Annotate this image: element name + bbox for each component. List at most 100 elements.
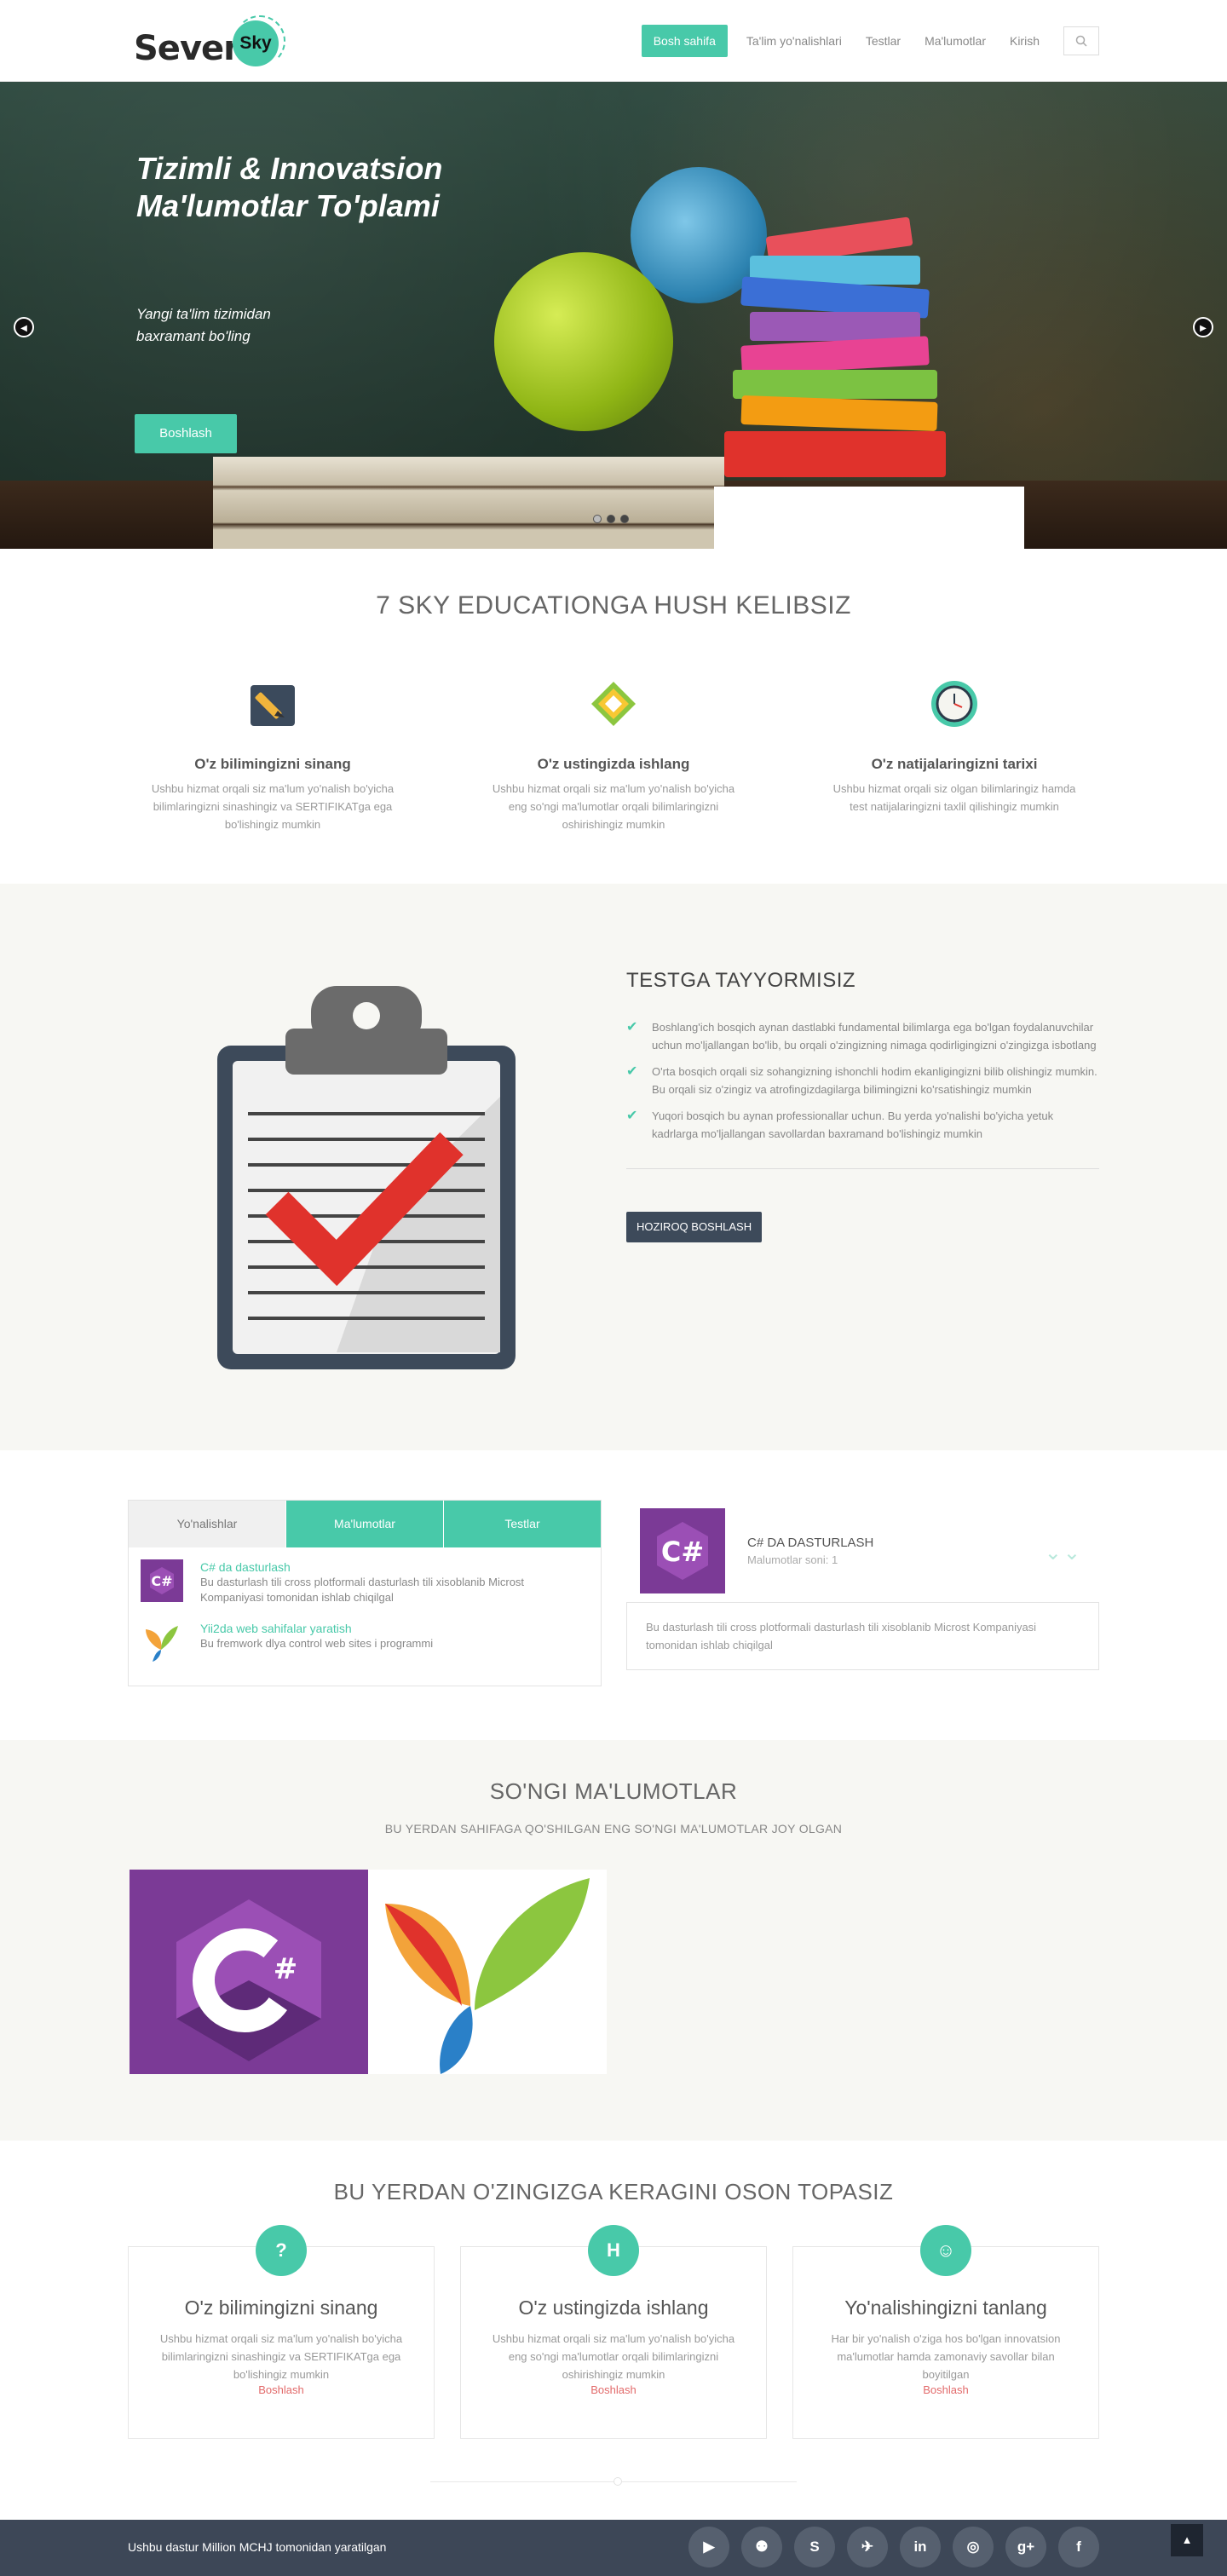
footer-copyright: Ushbu dastur Million MCHJ tomonidan yara… [128, 2540, 387, 2554]
find-box-link[interactable]: Boshlash [793, 2383, 1098, 2396]
clipboard-image [217, 986, 516, 1369]
site-footer: Ushbu dastur Million MCHJ tomonidan yara… [0, 2520, 1227, 2576]
linkedin-icon[interactable]: in [900, 2527, 941, 2567]
csharp-logo-icon: C# [640, 1508, 725, 1593]
chevron-down-icon[interactable]: ⌄⌄ [1045, 1541, 1082, 1565]
find-box-text: Ushbu hizmat orqali siz ma'lum yo'nalish… [159, 2332, 403, 2381]
svg-text:C#: C# [661, 1536, 704, 1568]
test-ready-section: TESTGA TAYYORMISIZ ✔ Boshlang'ich bosqich… [0, 884, 1227, 1450]
feature-item: O'z ustingizda ishlang Ushbu hizmat orqa… [469, 680, 758, 833]
find-box-link[interactable]: Boshlash [461, 2383, 766, 2396]
test-ready-content: TESTGA TAYYORMISIZ ✔ Boshlang'ich bosqich… [626, 969, 1099, 1242]
slider-dot[interactable] [620, 515, 629, 523]
course-title[interactable]: C# DA DASTURLASH [747, 1536, 873, 1550]
course-count: Malumotlar soni: 1 [747, 1553, 838, 1566]
slider-dot[interactable] [607, 515, 615, 523]
slider-dots [593, 515, 629, 523]
csharp-thumbnail[interactable]: # [130, 1870, 368, 2074]
check-icon: ✔ [626, 1020, 638, 1034]
facebook-icon[interactable]: f [1058, 2527, 1099, 2567]
find-box: ? O'z bilimingizni sinang Ushbu hizmat o… [128, 2225, 435, 2439]
skype-icon[interactable]: S [794, 2527, 835, 2567]
find-box-title: O'z ustingizda ishlang [518, 2297, 709, 2319]
feature-item: O'z bilimingizni sinang Ushbu hizmat orq… [128, 680, 418, 833]
hero-start-button[interactable]: Boshlash [135, 414, 237, 453]
svg-text:#: # [274, 1952, 298, 1986]
find-title: BU YERDAN O'ZINGIZGA KERAGINI OSON TOPAS… [333, 2179, 894, 2204]
level-item: ✔ Boshlang'ich bosqich aynan dastlabki fu… [626, 1018, 1099, 1054]
arrow-up-icon[interactable]: ▲ [1171, 2524, 1203, 2556]
recycle-icon [591, 682, 636, 726]
list-item[interactable]: C# C# da dasturlash Bu dasturlash tili c… [129, 1547, 601, 1609]
colored-books-image [716, 184, 1022, 549]
find-section: BU YERDAN O'ZINGIZGA KERAGINI OSON TOPAS… [0, 2141, 1227, 2520]
nav-login[interactable]: Kirish [998, 25, 1051, 57]
nav-home[interactable]: Bosh sahifa [641, 25, 728, 57]
social-links: ▶ ⚉ S ✈ in ◎ g+ f [688, 2527, 1099, 2567]
nav-courses[interactable]: Ta'lim yo'nalishlari [734, 25, 854, 57]
clock-icon [931, 681, 977, 727]
find-box-title: O'z bilimingizni sinang [184, 2297, 378, 2319]
yii-thumbnail[interactable] [368, 1870, 607, 2074]
google-plus-icon[interactable]: g+ [1005, 2527, 1046, 2567]
welcome-title: 7 SKY EDUCATIONGA HUSH KELIBSIZ [376, 591, 851, 620]
feature-text: Ushbu hizmat orqali siz ma'lum yo'nalish… [151, 782, 395, 831]
feature-title: O'z bilimingizni sinang [194, 756, 351, 772]
chevron-right-icon[interactable]: ▶ [1193, 317, 1213, 337]
list-item[interactable]: Yii2da web sahifalar yaratish Bu fremwor… [129, 1609, 601, 1667]
tab-info[interactable]: Ma'lumotlar [285, 1501, 443, 1547]
search-button[interactable] [1063, 26, 1099, 55]
check-icon: ✔ [626, 1109, 638, 1123]
chevron-left-icon[interactable]: ◀ [14, 317, 34, 337]
site-logo[interactable]: Seven Sky [132, 14, 294, 68]
find-box-link[interactable]: Boshlash [129, 2383, 434, 2396]
feature-list: O'z bilimingizni sinang Ushbu hizmat orq… [128, 680, 1099, 833]
h-square-icon: H [588, 2225, 639, 2276]
twitter-icon[interactable]: ✈ [847, 2527, 888, 2567]
youtube-icon[interactable]: ▶ [688, 2527, 729, 2567]
apple-image [494, 252, 673, 431]
site-header: Seven Sky Bosh sahifa Ta'lim yo'nalishla… [0, 0, 1227, 82]
csharp-logo-icon: C# [141, 1559, 183, 1602]
svg-text:C#: C# [151, 1573, 172, 1589]
level-text: O'rta bosqich orqali siz sohangizning is… [652, 1065, 1097, 1096]
item-title[interactable]: Yii2da web sahifalar yaratish [200, 1621, 433, 1636]
yii-logo-icon [146, 1626, 178, 1662]
start-now-button[interactable]: HOZIROQ BOSHLASH [626, 1212, 763, 1242]
recent-thumbnails: # [130, 1870, 1227, 2074]
slider-dot[interactable] [593, 515, 602, 523]
main-nav: Bosh sahifa Ta'lim yo'nalishlari Testlar… [641, 25, 1099, 57]
tab-bar: Yo'nalishlar Ma'lumotlar Testlar [129, 1501, 601, 1547]
logo-text: Seven [134, 29, 248, 68]
level-text: Yuqori bosqich bu aynan professionallar … [652, 1109, 1054, 1140]
users-icon: ☺ [920, 2225, 971, 2276]
level-item: ✔ O'rta bosqich orqali siz sohangizning i… [626, 1063, 1099, 1098]
dribbble-icon[interactable]: ◎ [953, 2527, 994, 2567]
courses-tabs-section: Yo'nalishlar Ma'lumotlar Testlar C# C# d… [0, 1450, 1227, 1740]
item-title[interactable]: C# da dasturlash [200, 1559, 589, 1575]
tab-directions[interactable]: Yo'nalishlar [129, 1501, 285, 1547]
find-box-text: Ushbu hizmat orqali siz ma'lum yo'nalish… [492, 2332, 735, 2381]
find-box-text: Har bir yo'nalish o'ziga hos bo'lgan inn… [831, 2332, 1061, 2381]
level-list: ✔ Boshlang'ich bosqich aynan dastlabki fu… [626, 1018, 1099, 1169]
search-icon [1075, 35, 1087, 47]
question-icon: ? [256, 2225, 307, 2276]
tab-tests[interactable]: Testlar [443, 1501, 601, 1547]
feature-text: Ushbu hizmat orqali siz ma'lum yo'nalish… [492, 782, 735, 831]
feature-item: O'z natijalaringizni tarixi Ushbu hizmat… [809, 680, 1099, 833]
divider [430, 2477, 797, 2486]
item-desc: Bu fremwork dlya control web sites i pro… [200, 1637, 434, 1650]
test-ready-title: TESTGA TAYYORMISIZ [626, 969, 856, 992]
find-box-title: Yo'nalishingizni tanlang [844, 2297, 1047, 2319]
nav-info[interactable]: Ma'lumotlar [913, 25, 998, 57]
nav-tests[interactable]: Testlar [854, 25, 913, 57]
tab-panel: Yo'nalishlar Ma'lumotlar Testlar C# C# d… [128, 1500, 602, 1686]
find-box: H O'z ustingizda ishlang Ushbu hizmat or… [460, 2225, 767, 2439]
course-desc: Bu dasturlash tili cross plotformali das… [626, 1602, 1099, 1670]
pencil-icon [251, 685, 295, 726]
book-stack-image [213, 457, 724, 549]
feature-title: O'z ustingizda ishlang [537, 756, 690, 772]
feature-text: Ushbu hizmat orqali siz olgan bilimlarin… [832, 782, 1076, 813]
hero-subtitle: Yangi ta'lim tizimidan baxramant bo'ling [136, 306, 271, 344]
github-icon[interactable]: ⚉ [741, 2527, 782, 2567]
